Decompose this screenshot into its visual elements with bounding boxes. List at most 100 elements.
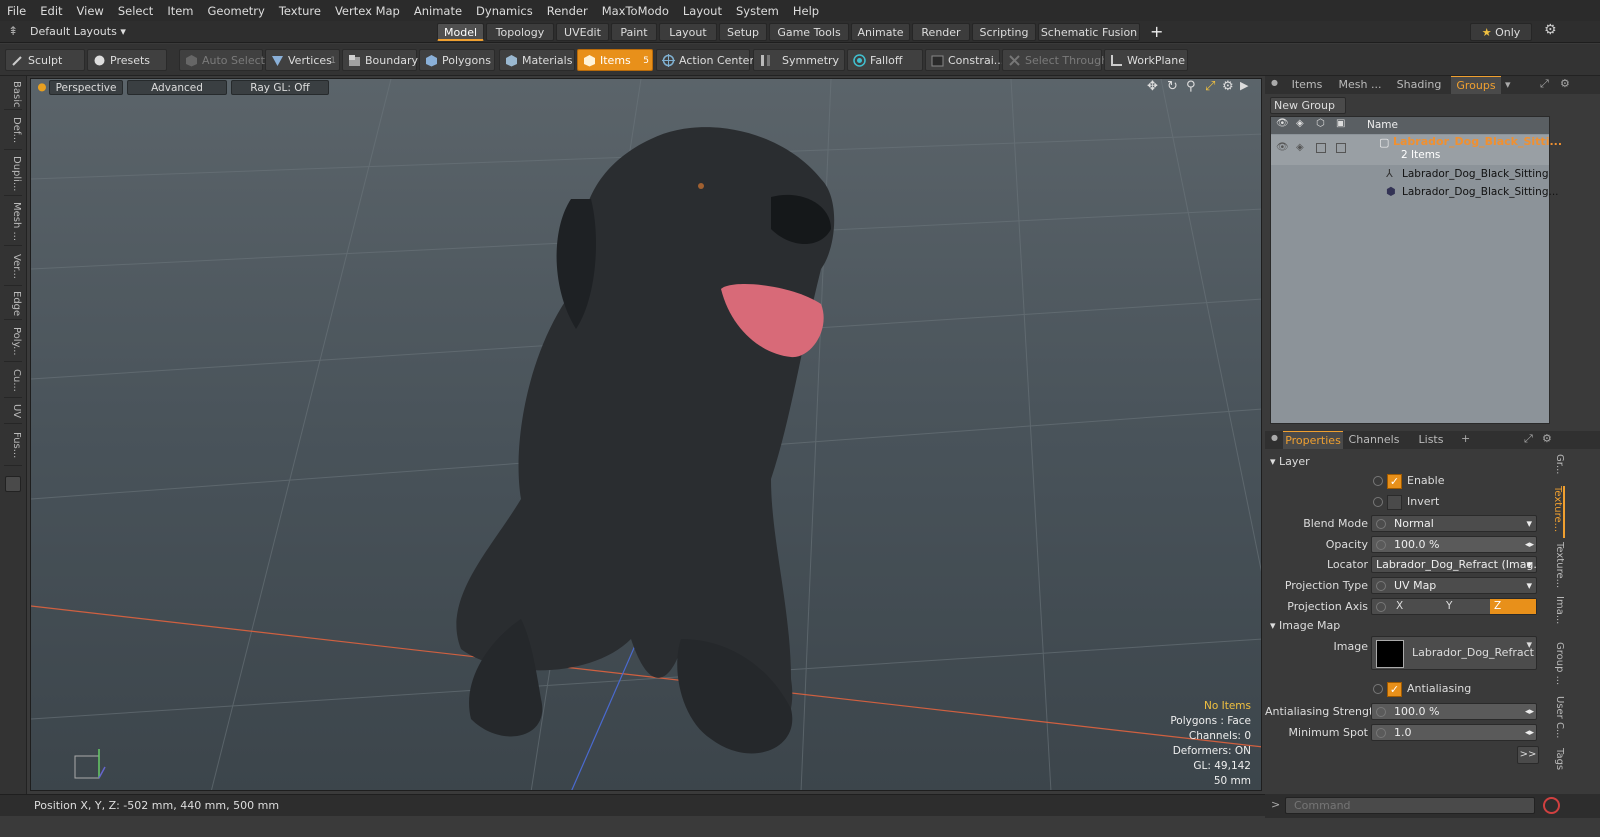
tab-layout[interactable]: Layout bbox=[659, 23, 717, 41]
falloff-button[interactable]: Falloff bbox=[847, 49, 923, 71]
presets-button[interactable]: Presets bbox=[87, 49, 167, 71]
tab-paint[interactable]: Paint bbox=[611, 23, 657, 41]
child-row-locator[interactable]: ⅄ Labrador_Dog_Black_Sitting bbox=[1271, 166, 1549, 183]
left-tab-basic[interactable]: Basic bbox=[4, 80, 22, 110]
action-center-button[interactable]: Action Center bbox=[656, 49, 754, 71]
projection-axis-anim-dot[interactable] bbox=[1376, 602, 1386, 612]
viewport-expand-icon[interactable]: ▶ bbox=[1240, 79, 1248, 92]
tab-lists[interactable]: Lists bbox=[1403, 431, 1459, 449]
image-picker[interactable]: Labrador_Dog_Refract ▾ bbox=[1371, 636, 1537, 670]
panel-grip-icon[interactable]: ● bbox=[1271, 78, 1278, 87]
render-icon[interactable]: ◈ bbox=[1296, 118, 1304, 129]
locator-dropdown[interactable]: Labrador_Dog_Refract (Imag... ▾ bbox=[1371, 556, 1537, 573]
menu-edit[interactable]: Edit bbox=[33, 4, 69, 18]
advanced-button[interactable]: Advanced bbox=[127, 80, 227, 95]
menu-help[interactable]: Help bbox=[786, 4, 826, 18]
command-input[interactable] bbox=[1285, 797, 1535, 814]
left-tab-curve[interactable]: Cu... bbox=[4, 364, 22, 398]
layer-section-header[interactable]: ▾ Layer bbox=[1270, 454, 1310, 470]
tab-render[interactable]: Render bbox=[912, 23, 970, 41]
fit-view-icon[interactable]: ⤢ bbox=[1205, 79, 1215, 94]
tab-animate[interactable]: Animate bbox=[851, 23, 910, 41]
side-tab-tags[interactable]: Tags bbox=[1548, 748, 1565, 778]
3d-viewport[interactable]: ● Perspective Advanced Ray GL: Off ✥ ↻ ⚲… bbox=[30, 78, 1262, 791]
slider-arrows-icon[interactable]: ◂▸ bbox=[1525, 704, 1534, 719]
menu-geometry[interactable]: Geometry bbox=[201, 4, 272, 18]
menu-select[interactable]: Select bbox=[111, 4, 160, 18]
zoom-view-icon[interactable]: ⚲ bbox=[1186, 79, 1196, 94]
move-view-icon[interactable]: ✥ bbox=[1147, 79, 1158, 94]
enable-checkbox[interactable]: ✓ bbox=[1387, 474, 1402, 489]
layout-selector[interactable]: Default Layouts ▾ bbox=[30, 23, 130, 41]
opacity-anim-dot[interactable] bbox=[1376, 540, 1386, 550]
min-spot-anim-dot[interactable] bbox=[1376, 728, 1386, 738]
select-icon[interactable]: ▣ bbox=[1336, 118, 1345, 129]
add-tab-plus-icon[interactable]: + bbox=[1461, 432, 1470, 445]
select-through-button[interactable]: Select Through bbox=[1002, 49, 1108, 71]
side-tab-texture-active[interactable]: Texture... bbox=[1548, 486, 1565, 538]
menu-layout[interactable]: Layout bbox=[676, 4, 729, 18]
tab-setup[interactable]: Setup bbox=[719, 23, 767, 41]
axis-z-option[interactable]: Z bbox=[1490, 599, 1536, 614]
side-tab-group[interactable]: Gr... bbox=[1548, 454, 1565, 484]
symmetry-button[interactable]: Symmetry bbox=[753, 49, 845, 71]
left-tab-edge[interactable]: Edge bbox=[4, 288, 22, 320]
panel-gear-icon[interactable]: ⚙ bbox=[1560, 77, 1570, 90]
new-group-button[interactable]: New Group bbox=[1270, 97, 1346, 114]
tab-game-tools[interactable]: Game Tools bbox=[769, 23, 849, 41]
auto-select-button[interactable]: Auto Select bbox=[179, 49, 265, 71]
only-toggle[interactable]: ★ Only bbox=[1470, 23, 1532, 41]
menu-vertex-map[interactable]: Vertex Map bbox=[328, 4, 407, 18]
opacity-field[interactable]: 100.0 % ◂▸ bbox=[1371, 536, 1537, 553]
properties-expand-icon[interactable]: ⤢ bbox=[1524, 432, 1533, 446]
min-spot-field[interactable]: 1.0 ◂▸ bbox=[1371, 724, 1537, 741]
workplane-button[interactable]: WorkPlane bbox=[1104, 49, 1188, 71]
slider-arrows-icon[interactable]: ◂▸ bbox=[1525, 725, 1534, 740]
axis-y-option[interactable]: Y bbox=[1442, 599, 1490, 614]
properties-gear-icon[interactable]: ⚙ bbox=[1542, 432, 1552, 445]
group-render-icon[interactable]: ◈ bbox=[1296, 142, 1304, 153]
raygl-button[interactable]: Ray GL: Off bbox=[231, 80, 329, 95]
tab-channels[interactable]: Channels bbox=[1347, 431, 1401, 449]
tab-schematic-fusion[interactable]: Schematic Fusion bbox=[1038, 23, 1140, 41]
enable-anim-dot[interactable] bbox=[1373, 476, 1383, 486]
axis-x-option[interactable]: X bbox=[1392, 599, 1440, 614]
tab-topology[interactable]: Topology bbox=[486, 23, 554, 41]
perspective-button[interactable]: Perspective bbox=[49, 80, 123, 95]
group-row[interactable]: 👁 ◈ ▢ Labrador_Dog_Black_Sitti... 2 Item… bbox=[1271, 135, 1562, 165]
tab-mesh[interactable]: Mesh ... bbox=[1333, 76, 1387, 94]
tab-shading[interactable]: Shading bbox=[1389, 76, 1449, 94]
projection-type-anim-dot[interactable] bbox=[1376, 581, 1386, 591]
properties-grip-icon[interactable]: ● bbox=[1271, 433, 1278, 442]
child-row-mesh[interactable]: ⬢ Labrador_Dog_Black_Sitting... bbox=[1271, 184, 1559, 201]
image-map-section-header[interactable]: ▾ Image Map bbox=[1270, 618, 1340, 634]
tab-scripting[interactable]: Scripting bbox=[972, 23, 1036, 41]
add-tab-icon[interactable]: + bbox=[1150, 22, 1163, 41]
lock-icon[interactable]: ⬡ bbox=[1316, 118, 1325, 129]
polygons-button[interactable]: Polygons bbox=[419, 49, 495, 71]
menu-texture[interactable]: Texture bbox=[272, 4, 328, 18]
tab-chevron-down-icon[interactable]: ▾ bbox=[1505, 78, 1511, 91]
left-tab-vertex[interactable]: Ver... bbox=[4, 248, 22, 286]
antialiasing-checkbox[interactable]: ✓ bbox=[1387, 682, 1402, 697]
boundary-button[interactable]: Boundary bbox=[342, 49, 418, 71]
side-tab-user-channels[interactable]: User C... bbox=[1548, 696, 1565, 744]
invert-anim-dot[interactable] bbox=[1373, 497, 1383, 507]
left-tab-deform[interactable]: Def... bbox=[4, 112, 22, 150]
tab-uvedit[interactable]: UVEdit bbox=[556, 23, 609, 41]
rotate-view-icon[interactable]: ↻ bbox=[1167, 79, 1178, 94]
menu-file[interactable]: File bbox=[0, 4, 33, 18]
side-tab-texture[interactable]: Texture... bbox=[1548, 542, 1565, 592]
tab-model[interactable]: Model bbox=[437, 23, 484, 41]
tab-properties[interactable]: Properties bbox=[1283, 431, 1343, 449]
materials-button[interactable]: Materials bbox=[499, 49, 575, 71]
aa-strength-anim-dot[interactable] bbox=[1376, 707, 1386, 717]
record-icon[interactable] bbox=[1543, 797, 1560, 814]
visibility-eye-icon[interactable]: 👁 bbox=[1276, 118, 1289, 129]
labrador-dog-model[interactable] bbox=[456, 127, 835, 754]
viewport-options-icon[interactable]: ● bbox=[37, 80, 47, 95]
side-tab-group-2[interactable]: Group ... bbox=[1548, 642, 1565, 692]
vertices-button[interactable]: Vertices 1 bbox=[265, 49, 340, 71]
gear-icon[interactable]: ⚙ bbox=[1544, 22, 1557, 38]
tab-items[interactable]: Items bbox=[1283, 76, 1331, 94]
